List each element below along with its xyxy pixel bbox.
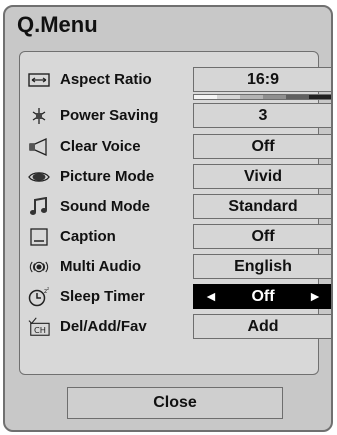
menu-panel: Aspect Ratio 16:9 Power Saving 3 Clear V… <box>19 51 331 375</box>
sleep-timer-icon: zz <box>28 287 50 307</box>
picture-mode-label: Picture Mode <box>60 168 155 185</box>
sound-mode-label: Sound Mode <box>60 198 150 215</box>
arrow-left-icon[interactable]: ◄ <box>204 285 218 308</box>
row-clear-voice[interactable]: Clear Voice Off <box>20 133 331 160</box>
sleep-timer-value[interactable]: ◄ Off ► <box>193 284 331 309</box>
row-picture-mode[interactable]: Picture Mode Vivid <box>20 163 331 190</box>
eye-icon <box>28 167 50 187</box>
close-button[interactable]: Close <box>67 387 283 419</box>
power-saving-label: Power Saving <box>60 107 159 124</box>
del-add-fav-value[interactable]: Add <box>193 314 331 339</box>
level-segment <box>217 95 240 99</box>
level-segment <box>286 95 309 99</box>
caption-icon <box>28 227 50 247</box>
row-del-add-fav[interactable]: CH Del/Add/Fav Add <box>20 313 331 340</box>
power-saving-level-bar <box>193 94 331 100</box>
aspect-ratio-icon <box>28 70 50 90</box>
clear-voice-label: Clear Voice <box>60 138 141 155</box>
caption-label: Caption <box>60 228 116 245</box>
multi-audio-label: Multi Audio <box>60 258 142 275</box>
sleep-timer-value-text: Off <box>251 288 275 305</box>
svg-text:CH: CH <box>34 325 46 335</box>
music-note-icon <box>28 197 50 217</box>
svg-text:z: z <box>47 287 49 291</box>
row-aspect-ratio[interactable]: Aspect Ratio 16:9 <box>20 66 331 93</box>
speaker-icon <box>28 137 50 157</box>
sound-mode-value[interactable]: Standard <box>193 194 331 219</box>
aspect-ratio-value[interactable]: 16:9 <box>193 67 331 92</box>
del-add-fav-label: Del/Add/Fav <box>60 318 147 335</box>
multi-audio-icon <box>28 257 50 277</box>
level-segment <box>240 95 263 99</box>
channel-icon: CH <box>28 317 50 337</box>
level-segment <box>309 95 331 99</box>
row-caption[interactable]: Caption Off <box>20 223 331 250</box>
level-segment <box>263 95 286 99</box>
arrow-right-icon[interactable]: ► <box>308 285 322 308</box>
power-saving-icon <box>28 106 50 126</box>
multi-audio-value[interactable]: English <box>193 254 331 279</box>
menu-title: Q.Menu <box>17 12 98 37</box>
power-saving-value[interactable]: 3 <box>193 103 331 128</box>
row-power-saving[interactable]: Power Saving 3 <box>20 94 331 129</box>
qmenu-window: Q.Menu Aspect Ratio 16:9 Power Saving 3 … <box>3 5 333 432</box>
row-sound-mode[interactable]: Sound Mode Standard <box>20 193 331 220</box>
aspect-ratio-label: Aspect Ratio <box>60 71 152 88</box>
sleep-timer-label: Sleep Timer <box>60 288 145 305</box>
picture-mode-value[interactable]: Vivid <box>193 164 331 189</box>
row-multi-audio[interactable]: Multi Audio English <box>20 253 331 280</box>
row-sleep-timer[interactable]: zz Sleep Timer ◄ Off ► <box>20 283 331 310</box>
level-segment <box>194 95 217 99</box>
caption-value[interactable]: Off <box>193 224 331 249</box>
clear-voice-value[interactable]: Off <box>193 134 331 159</box>
